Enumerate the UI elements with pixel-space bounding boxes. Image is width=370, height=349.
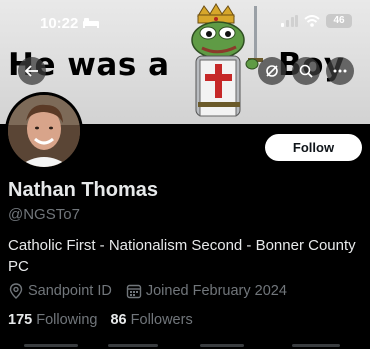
search-button[interactable] bbox=[292, 57, 320, 85]
follow-button[interactable]: Follow bbox=[265, 134, 362, 161]
following-link[interactable]: 175 Following bbox=[8, 312, 97, 328]
tab-fragment[interactable] bbox=[108, 344, 158, 347]
following-count: 175 bbox=[8, 312, 33, 328]
calendar-icon bbox=[126, 284, 142, 299]
followers-link[interactable]: 86 Followers bbox=[110, 312, 192, 328]
grok-button[interactable] bbox=[258, 57, 286, 85]
wifi-icon bbox=[304, 15, 320, 27]
tab-fragment[interactable] bbox=[24, 344, 78, 347]
user-handle: @NGSTo7 bbox=[8, 206, 80, 223]
status-icons: 46 bbox=[281, 14, 352, 28]
signal-icon bbox=[281, 15, 298, 27]
location-icon bbox=[9, 283, 23, 299]
display-name: Nathan Thomas bbox=[8, 179, 159, 201]
back-arrow-icon bbox=[25, 65, 38, 77]
battery-indicator: 46 bbox=[326, 14, 352, 28]
search-icon bbox=[299, 64, 313, 78]
profile-meta: Sandpoint ID Joined February 2024 bbox=[8, 283, 287, 299]
back-button[interactable] bbox=[18, 57, 46, 85]
tab-fragment[interactable] bbox=[292, 344, 340, 347]
profile-bio: Catholic First - Nationalism Second - Bo… bbox=[8, 237, 356, 275]
following-label: Following bbox=[36, 312, 98, 328]
crusader-frog-illustration bbox=[191, 3, 263, 117]
followers-label: Followers bbox=[130, 312, 193, 328]
location-text: Sandpoint ID bbox=[28, 283, 112, 299]
followers-count: 86 bbox=[110, 312, 127, 328]
tab-fragment[interactable] bbox=[200, 344, 244, 347]
avatar-photo bbox=[8, 95, 80, 167]
joined-text: Joined February 2024 bbox=[145, 283, 287, 299]
more-icon bbox=[333, 69, 347, 73]
more-button[interactable] bbox=[326, 57, 354, 85]
bed-icon bbox=[83, 18, 99, 28]
grok-icon bbox=[266, 65, 278, 77]
avatar[interactable] bbox=[5, 92, 83, 170]
follow-stats: 175 Following 86 Followers bbox=[8, 312, 202, 328]
status-time: 10:22 bbox=[40, 15, 79, 32]
